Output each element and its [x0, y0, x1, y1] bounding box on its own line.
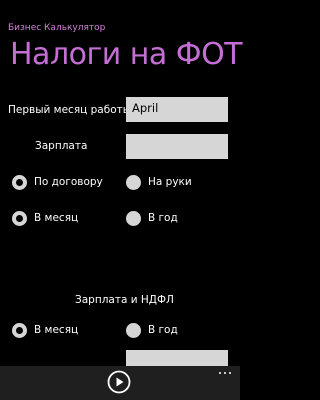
- radio-monthly-label: В месяц: [34, 212, 79, 224]
- radio-contract[interactable]: По договору: [12, 172, 103, 192]
- salary-input[interactable]: [126, 134, 228, 159]
- first-month-label: Первый месяц работы: [8, 104, 132, 116]
- radio-indicator: [12, 174, 27, 190]
- radio-net-label: На руки: [148, 176, 192, 188]
- more-button[interactable]: [214, 368, 236, 378]
- radio-net[interactable]: На руки: [126, 172, 192, 192]
- app-title: Бизнес Калькулятор: [8, 23, 106, 33]
- radio-indicator: [126, 322, 141, 338]
- radio-results-monthly-label: В месяц: [34, 324, 79, 336]
- radio-results-yearly[interactable]: В год: [126, 320, 178, 340]
- radio-contract-label: По договору: [34, 176, 103, 188]
- radio-indicator: [12, 322, 27, 338]
- ellipsis-icon: [224, 372, 226, 374]
- radio-results-monthly[interactable]: В месяц: [12, 320, 78, 340]
- first-month-field[interactable]: April: [126, 97, 228, 122]
- radio-yearly[interactable]: В год: [126, 208, 178, 228]
- radio-indicator: [126, 174, 141, 190]
- radio-indicator: [12, 210, 27, 226]
- ellipsis-icon: [219, 372, 221, 374]
- radio-yearly-label: В год: [148, 212, 178, 224]
- radio-indicator: [126, 210, 141, 226]
- play-circle-icon: [107, 370, 131, 394]
- play-button[interactable]: [107, 370, 131, 394]
- app-bar: [0, 366, 240, 400]
- ellipsis-icon: [229, 372, 231, 374]
- results-section-title: Зарплата и НДФЛ: [75, 294, 174, 306]
- salary-label: Зарплата: [35, 140, 88, 152]
- radio-results-yearly-label: В год: [148, 324, 178, 336]
- page-title: Налоги на ФОТ: [10, 37, 243, 72]
- radio-monthly[interactable]: В месяц: [12, 208, 78, 228]
